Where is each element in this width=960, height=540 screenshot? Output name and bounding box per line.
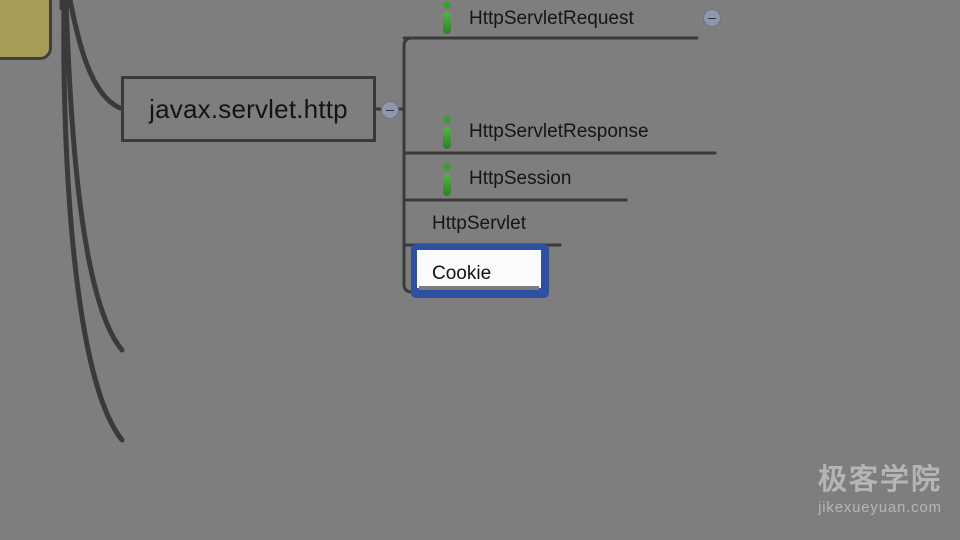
watermark: 极客学院 jikexueyuan.com	[818, 456, 942, 516]
connector-root-package	[67, 0, 123, 111]
selected-child-node[interactable]: Cookie	[411, 244, 549, 298]
interface-icon	[442, 163, 452, 196]
child-node-label[interactable]: HttpSession	[469, 168, 571, 190]
selected-node-label: Cookie	[432, 263, 492, 284]
edit-box-underline	[419, 286, 539, 290]
collapse-toggle[interactable]	[381, 101, 399, 119]
package-node-label: javax.servlet.http	[149, 93, 348, 124]
mindmap-canvas[interactable]: javax.servlet.http HttpServletRequest Ht…	[0, 0, 960, 540]
watermark-url: jikexueyuan.com	[818, 499, 942, 516]
interface-icon	[442, 116, 452, 149]
root-topic-node[interactable]	[0, 0, 52, 60]
connector-root-branch	[61, 0, 125, 443]
interface-icon	[442, 1, 452, 34]
connector-root-branch	[63, 0, 125, 353]
child-node-label[interactable]: HttpServletRequest	[469, 8, 634, 30]
child-node-label[interactable]: HttpServletResponse	[469, 121, 649, 143]
watermark-name: 极客学院	[817, 464, 942, 496]
collapse-toggle[interactable]	[703, 9, 721, 27]
child-node-label[interactable]: HttpServlet	[432, 213, 526, 235]
node-edit-box[interactable]: Cookie	[417, 250, 541, 290]
package-node[interactable]: javax.servlet.http	[121, 76, 376, 142]
